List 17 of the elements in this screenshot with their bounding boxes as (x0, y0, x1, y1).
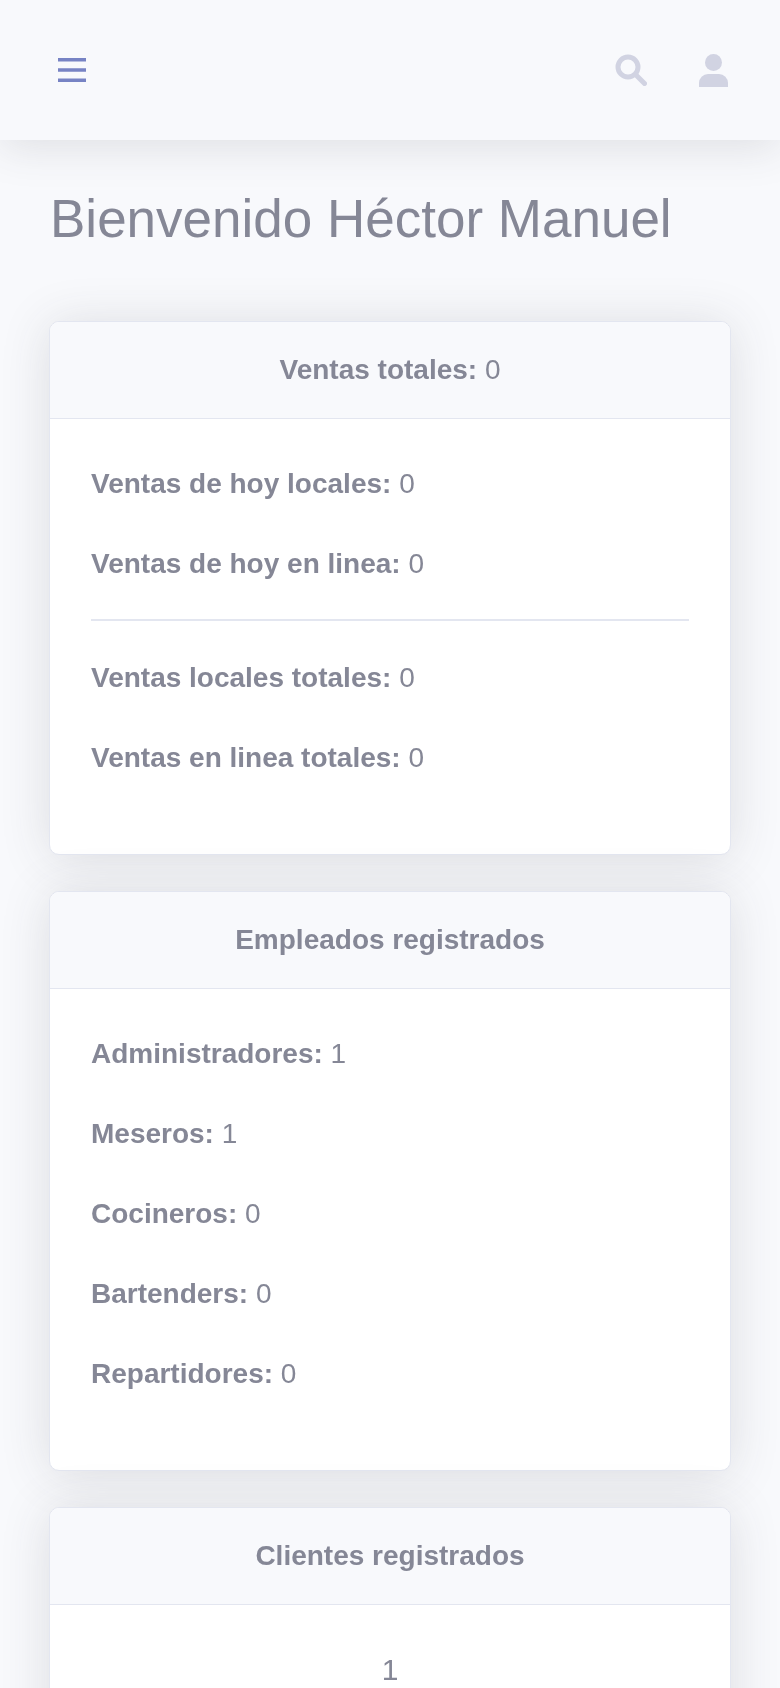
stat-text: Bartenders: 0 (91, 1277, 272, 1311)
stat-text: Ventas de hoy en linea: 0 (91, 547, 424, 581)
card-title: Ventas totales: 0 (279, 353, 501, 387)
stat-text: Ventas locales totales: 0 (91, 661, 415, 695)
stat-text: Administradores: 1 (91, 1037, 347, 1071)
stat-text: Ventas de hoy locales: 0 (91, 467, 415, 501)
stat-text: Repartidores: 0 (91, 1357, 297, 1391)
card-title: Clientes registrados (255, 1539, 525, 1573)
card-title: Empleados registrados (235, 923, 545, 957)
stat-text: Meseros: 1 (91, 1117, 238, 1151)
stat-text: Ventas en linea totales: 0 (91, 741, 425, 775)
menu-icon[interactable] (58, 58, 86, 82)
count-value: 1 (381, 1652, 399, 1688)
search-icon[interactable] (615, 54, 647, 86)
user-icon[interactable] (699, 53, 728, 87)
welcome-heading: Bienvenido Héctor Manuel (50, 188, 672, 250)
stat-text: Cocineros: 0 (91, 1197, 261, 1231)
